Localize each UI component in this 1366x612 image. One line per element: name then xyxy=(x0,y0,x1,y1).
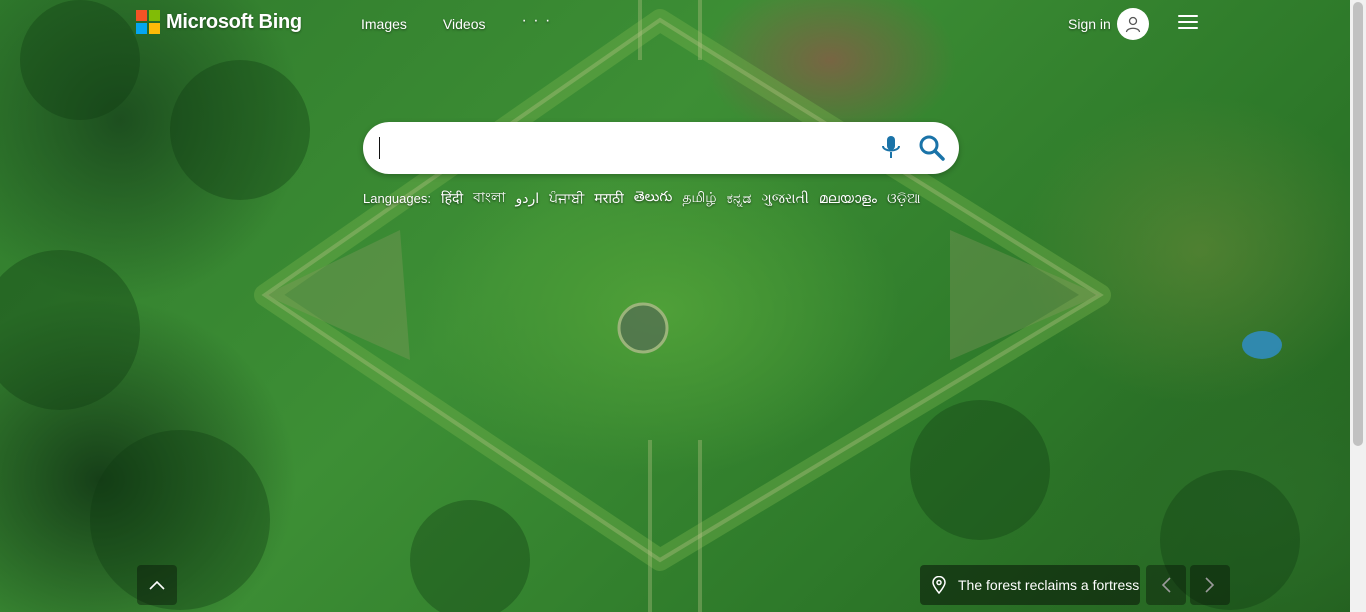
image-caption-button[interactable]: The forest reclaims a fortress xyxy=(920,565,1140,605)
languages-label: Languages: xyxy=(363,190,431,206)
location-pin-icon xyxy=(932,576,946,594)
language-link[interactable]: ગુજરાતી xyxy=(761,190,808,207)
language-link[interactable]: తెలుగు xyxy=(634,188,673,208)
chevron-right-icon xyxy=(1205,577,1215,593)
signin-label: Sign in xyxy=(1068,16,1111,32)
scroll-up-button[interactable] xyxy=(137,565,177,605)
language-link[interactable]: മലയാളം xyxy=(819,190,877,207)
image-caption-text: The forest reclaims a fortress xyxy=(958,577,1140,593)
microsoft-logo-icon xyxy=(136,10,160,34)
language-link[interactable]: اردو xyxy=(515,190,539,207)
user-icon xyxy=(1116,8,1149,40)
search-icon[interactable] xyxy=(918,134,946,162)
chevron-left-icon xyxy=(1161,577,1171,593)
chevron-up-icon xyxy=(149,580,165,590)
nav-videos[interactable]: Videos xyxy=(443,16,486,32)
next-image-button[interactable] xyxy=(1190,565,1230,605)
language-link[interactable]: বাংলা xyxy=(473,186,505,210)
language-link[interactable]: ಕನ್ನಡ xyxy=(727,190,752,207)
prev-image-button[interactable] xyxy=(1146,565,1186,605)
brand-name: Microsoft Bing xyxy=(166,10,302,33)
language-link[interactable]: ଓଡ଼ିଆ xyxy=(887,190,921,207)
search-input[interactable] xyxy=(379,134,863,164)
page-scrollbar[interactable] xyxy=(1350,0,1366,612)
language-link[interactable]: ਪੰਜਾਬੀ xyxy=(549,190,584,207)
nav-more-button[interactable]: · · · xyxy=(521,12,551,30)
text-cursor xyxy=(379,137,380,159)
language-link[interactable]: मराठी xyxy=(594,189,623,208)
signin-button[interactable]: Sign in xyxy=(1068,8,1149,40)
top-nav: Images Videos · · · xyxy=(361,12,587,32)
scrollbar-thumb[interactable] xyxy=(1353,2,1363,446)
nav-images[interactable]: Images xyxy=(361,16,407,32)
bing-logo-link[interactable]: Microsoft Bing xyxy=(136,10,302,34)
language-link[interactable]: தமிழ் xyxy=(682,189,716,208)
microphone-icon[interactable] xyxy=(880,135,902,161)
language-link[interactable]: हिंदी xyxy=(441,189,463,208)
search-box xyxy=(363,122,959,174)
background-image xyxy=(0,0,1350,612)
hamburger-icon[interactable] xyxy=(1178,15,1198,29)
language-bar: Languages: हिंदी বাংলা اردو ਪੰਜਾਬੀ मराठी… xyxy=(363,186,931,210)
